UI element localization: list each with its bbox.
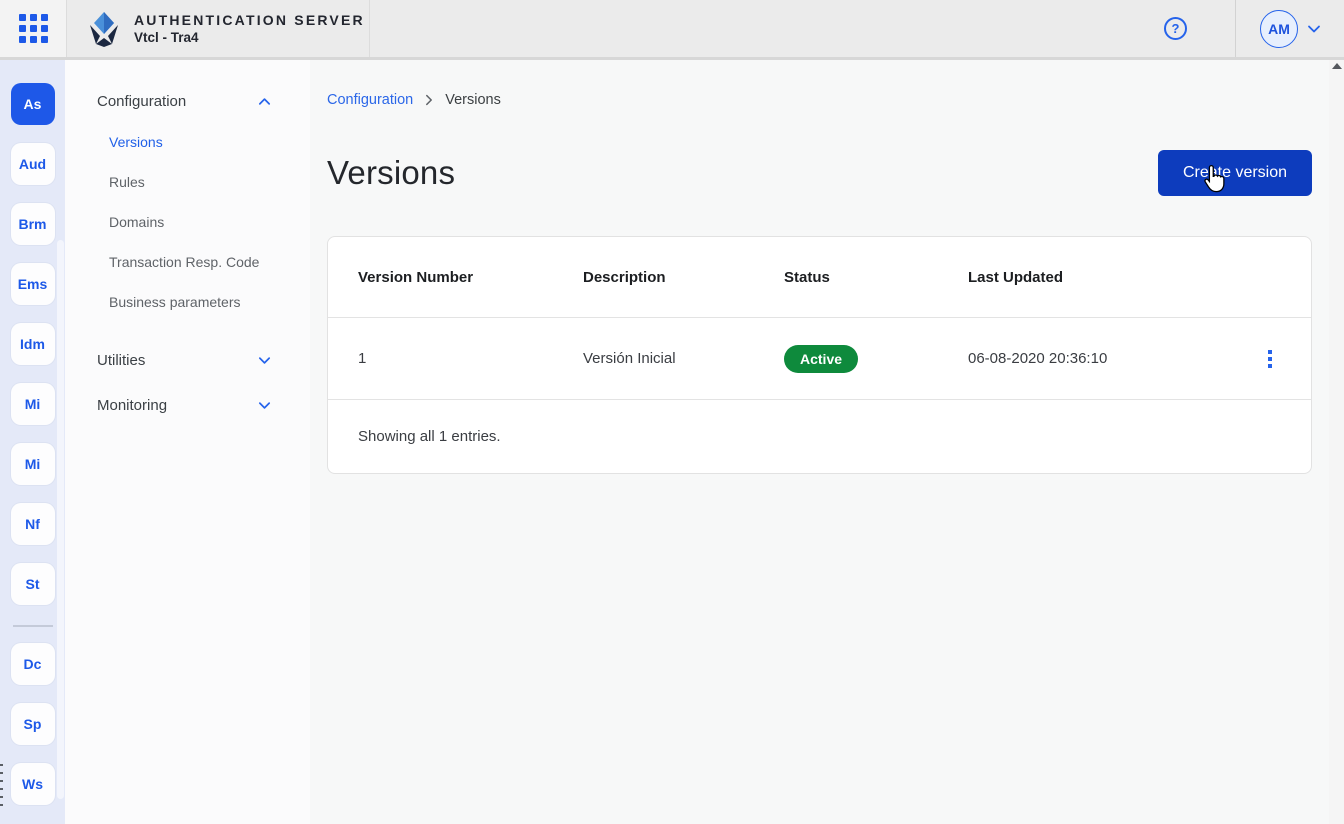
rail-item-idm[interactable]: Idm: [11, 323, 55, 365]
app-launcher-button[interactable]: [0, 0, 67, 57]
app-subtitle: Vtcl - Tra4: [134, 30, 365, 45]
rail-item-label: Ws: [22, 776, 43, 792]
top-header: AUTHENTICATION SERVER Vtcl - Tra4 ? AM: [0, 0, 1344, 60]
scrollbar-up-arrow[interactable]: [1332, 63, 1342, 69]
nav-section-monitoring[interactable]: Monitoring: [65, 390, 310, 420]
chevron-up-icon: [257, 94, 272, 109]
nav-item-label: Business parameters: [109, 294, 241, 310]
create-version-button[interactable]: Create version: [1158, 150, 1312, 196]
breadcrumb: Configuration Versions: [327, 92, 1312, 108]
nav-item-business-parameters[interactable]: Business parameters: [65, 282, 310, 322]
chevron-down-icon: [257, 353, 272, 368]
nav-item-label: Transaction Resp. Code: [109, 254, 259, 270]
rail-scroll-track[interactable]: [57, 240, 64, 799]
rail-item-brm[interactable]: Brm: [11, 203, 55, 245]
rail-item-label: Nf: [25, 516, 40, 532]
rail-item-st[interactable]: St: [11, 563, 55, 605]
rail-item-label: Sp: [24, 716, 42, 732]
row-actions-kebab-icon[interactable]: [1264, 346, 1276, 372]
rail-item-label: St: [26, 576, 40, 592]
avatar: AM: [1260, 10, 1298, 48]
rail-item-nf[interactable]: Nf: [11, 503, 55, 545]
nav-section-label: Configuration: [97, 93, 186, 110]
rail-item-label: Dc: [24, 656, 42, 672]
breadcrumb-configuration-link[interactable]: Configuration: [327, 92, 413, 108]
brand-area: AUTHENTICATION SERVER Vtcl - Tra4: [67, 0, 370, 57]
column-header-status: Status: [784, 269, 968, 286]
chevron-right-icon: [422, 93, 436, 107]
cell-status: Active: [784, 345, 968, 373]
rail-item-sp[interactable]: Sp: [11, 703, 55, 745]
nav-item-rules[interactable]: Rules: [65, 162, 310, 202]
column-header-description: Description: [583, 269, 784, 286]
app-rail: As Aud Brm Ems Idm Mi Mi Nf St Dc Sp Ws: [0, 60, 65, 824]
chevron-down-icon: [1306, 21, 1322, 37]
cell-version-number: 1: [358, 350, 583, 367]
table-row: 1 Versión Inicial Active 06-08-2020 20:3…: [328, 317, 1311, 399]
nav-section-label: Monitoring: [97, 397, 167, 414]
account-menu[interactable]: AM: [1236, 0, 1344, 57]
page-scrollbar[interactable]: [1329, 60, 1344, 824]
rail-item-aud[interactable]: Aud: [11, 143, 55, 185]
nav-item-domains[interactable]: Domains: [65, 202, 310, 242]
help-question-mark: ?: [1172, 21, 1180, 36]
rail-item-ws[interactable]: Ws: [11, 763, 55, 805]
apps-grid-icon: [19, 14, 48, 43]
status-badge: Active: [784, 345, 858, 373]
nav-section-utilities[interactable]: Utilities: [65, 345, 310, 375]
column-header-version-number: Version Number: [358, 269, 583, 286]
cell-last-updated: 06-08-2020 20:36:10: [968, 350, 1258, 367]
rail-item-dc[interactable]: Dc: [11, 643, 55, 685]
rail-item-label: Ems: [18, 276, 48, 292]
rail-item-label: Mi: [25, 456, 41, 472]
rail-item-mi-1[interactable]: Mi: [11, 383, 55, 425]
breadcrumb-current: Versions: [445, 92, 501, 108]
rail-item-label: Brm: [18, 216, 46, 232]
chevron-down-icon: [257, 398, 272, 413]
side-navigation: Configuration Versions Rules Domains Tra…: [65, 60, 310, 824]
rail-edge-ticks: [0, 764, 3, 806]
nav-section-configuration[interactable]: Configuration: [65, 86, 310, 116]
table-footer: Showing all 1 entries.: [328, 399, 1311, 473]
nav-item-versions[interactable]: Versions: [65, 122, 310, 162]
cell-description: Versión Inicial: [583, 350, 784, 367]
nav-item-transaction-resp-code[interactable]: Transaction Resp. Code: [65, 242, 310, 282]
avatar-initials: AM: [1268, 21, 1290, 37]
help-icon[interactable]: ?: [1164, 17, 1187, 40]
nav-item-label: Domains: [109, 214, 164, 230]
page-title: Versions: [327, 154, 455, 192]
versions-table-card: Version Number Description Status Last U…: [327, 236, 1312, 474]
nav-item-label: Rules: [109, 174, 145, 190]
rail-item-ems[interactable]: Ems: [11, 263, 55, 305]
rail-item-as[interactable]: As: [11, 83, 55, 125]
rail-divider: [13, 625, 53, 627]
nav-section-label: Utilities: [97, 352, 145, 369]
app-logo-icon: [87, 11, 121, 47]
column-header-last-updated: Last Updated: [968, 269, 1258, 286]
entries-summary: Showing all 1 entries.: [358, 428, 501, 445]
rail-item-label: Idm: [20, 336, 45, 352]
nav-item-label: Versions: [109, 134, 163, 150]
rail-item-label: As: [24, 96, 42, 112]
main-content: Configuration Versions Versions Create v…: [310, 60, 1329, 824]
rail-item-mi-2[interactable]: Mi: [11, 443, 55, 485]
table-header-row: Version Number Description Status Last U…: [328, 237, 1311, 317]
rail-item-label: Aud: [19, 156, 46, 172]
app-title: AUTHENTICATION SERVER: [134, 12, 365, 28]
rail-item-label: Mi: [25, 396, 41, 412]
